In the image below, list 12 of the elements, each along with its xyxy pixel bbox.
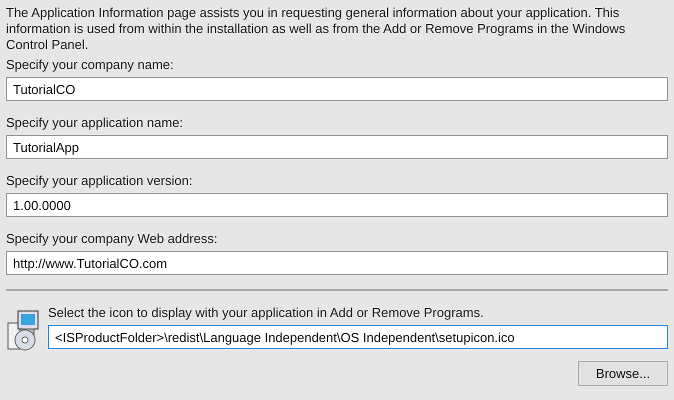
- field-label: Specify your application version:: [6, 173, 192, 189]
- field-label: Specify your company Web address:: [6, 231, 218, 247]
- input-field[interactable]: http://www.TutorialCO.com: [6, 251, 668, 275]
- icon-path-field[interactable]: <ISProductFolder>\redist\Language Independent\OS Independent\setupicon.ico: [48, 325, 668, 349]
- input-field[interactable]: 1.00.0000: [6, 193, 668, 217]
- icon-section-label: Select the icon to display with your application in Add or Remove Programs.: [48, 305, 484, 321]
- field-label: Specify your company name:: [6, 57, 174, 73]
- input-field[interactable]: TutorialCO: [6, 77, 668, 101]
- browse-button[interactable]: Browse...: [578, 361, 668, 386]
- field-label: Specify your application name:: [6, 115, 184, 131]
- intro-text: The Application Information page assists you in requesting general information about your application. This information is used from within the installation as well as from the Add or Remove Programs in the Windows Control Panel.: [6, 5, 626, 53]
- input-field[interactable]: TutorialApp: [6, 135, 668, 159]
